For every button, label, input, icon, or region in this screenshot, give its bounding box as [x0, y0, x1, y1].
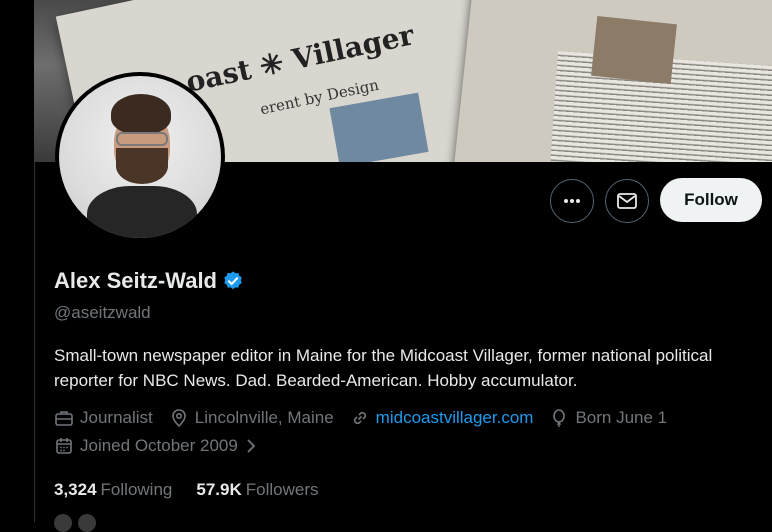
following-count: 3,324 [54, 480, 97, 499]
profile-meta-row: Journalist Lincolnville, Maine midcoastv… [54, 408, 683, 428]
avatar-photo [59, 76, 221, 238]
chevron-right-icon [247, 439, 256, 453]
profile-name-row: Alex Seitz-Wald [54, 268, 244, 294]
avatar-glasses [116, 132, 168, 146]
avatar-beard [116, 148, 168, 184]
avatar-hair [111, 94, 171, 134]
profile-joined-row: Joined October 2009 [54, 436, 280, 456]
mini-avatar [78, 514, 96, 532]
message-button[interactable] [605, 179, 649, 223]
verified-badge-icon[interactable] [222, 270, 244, 292]
balloon-icon [553, 409, 566, 427]
website-link[interactable]: midcoastvillager.com [376, 408, 534, 428]
location-text: Lincolnville, Maine [194, 408, 334, 427]
website-item[interactable]: midcoastvillager.com [350, 408, 534, 428]
birthday-item: Born June 1 [549, 408, 667, 428]
avatar-shirt [87, 186, 197, 238]
more-icon [564, 199, 580, 203]
birthday-text: Born June 1 [575, 408, 668, 427]
joined-item[interactable]: Joined October 2009 [54, 436, 264, 456]
left-sidebar-edge [0, 0, 35, 522]
profession-item: Journalist [54, 408, 153, 428]
profile-bio: Small-town newspaper editor in Maine for… [54, 346, 713, 390]
followers-label: Followers [245, 480, 319, 499]
profile-avatar[interactable] [55, 72, 225, 242]
profession-text: Journalist [80, 408, 153, 427]
joined-text: Joined October 2009 [80, 436, 238, 455]
mini-avatar [54, 514, 72, 532]
briefcase-icon [55, 411, 73, 426]
profile-handle: @aseitzwald [54, 303, 151, 322]
followers-count: 57.9K [196, 480, 242, 499]
more-options-button[interactable] [550, 179, 594, 223]
calendar-icon [56, 438, 72, 454]
following-label: Following [100, 480, 173, 499]
follow-button[interactable]: Follow [660, 178, 762, 222]
following-link[interactable]: 3,324 Following [54, 480, 172, 500]
follow-counts: 3,324 Following 57.9K Followers [54, 480, 342, 500]
link-icon [353, 411, 366, 425]
followed-by-avatars [54, 514, 96, 532]
location-pin-icon [171, 409, 186, 428]
newspaper-photo-2 [591, 15, 677, 85]
location-item: Lincolnville, Maine [169, 408, 334, 428]
followers-link[interactable]: 57.9K Followers [196, 480, 318, 500]
display-name: Alex Seitz-Wald [54, 268, 217, 293]
mail-icon [617, 193, 637, 209]
